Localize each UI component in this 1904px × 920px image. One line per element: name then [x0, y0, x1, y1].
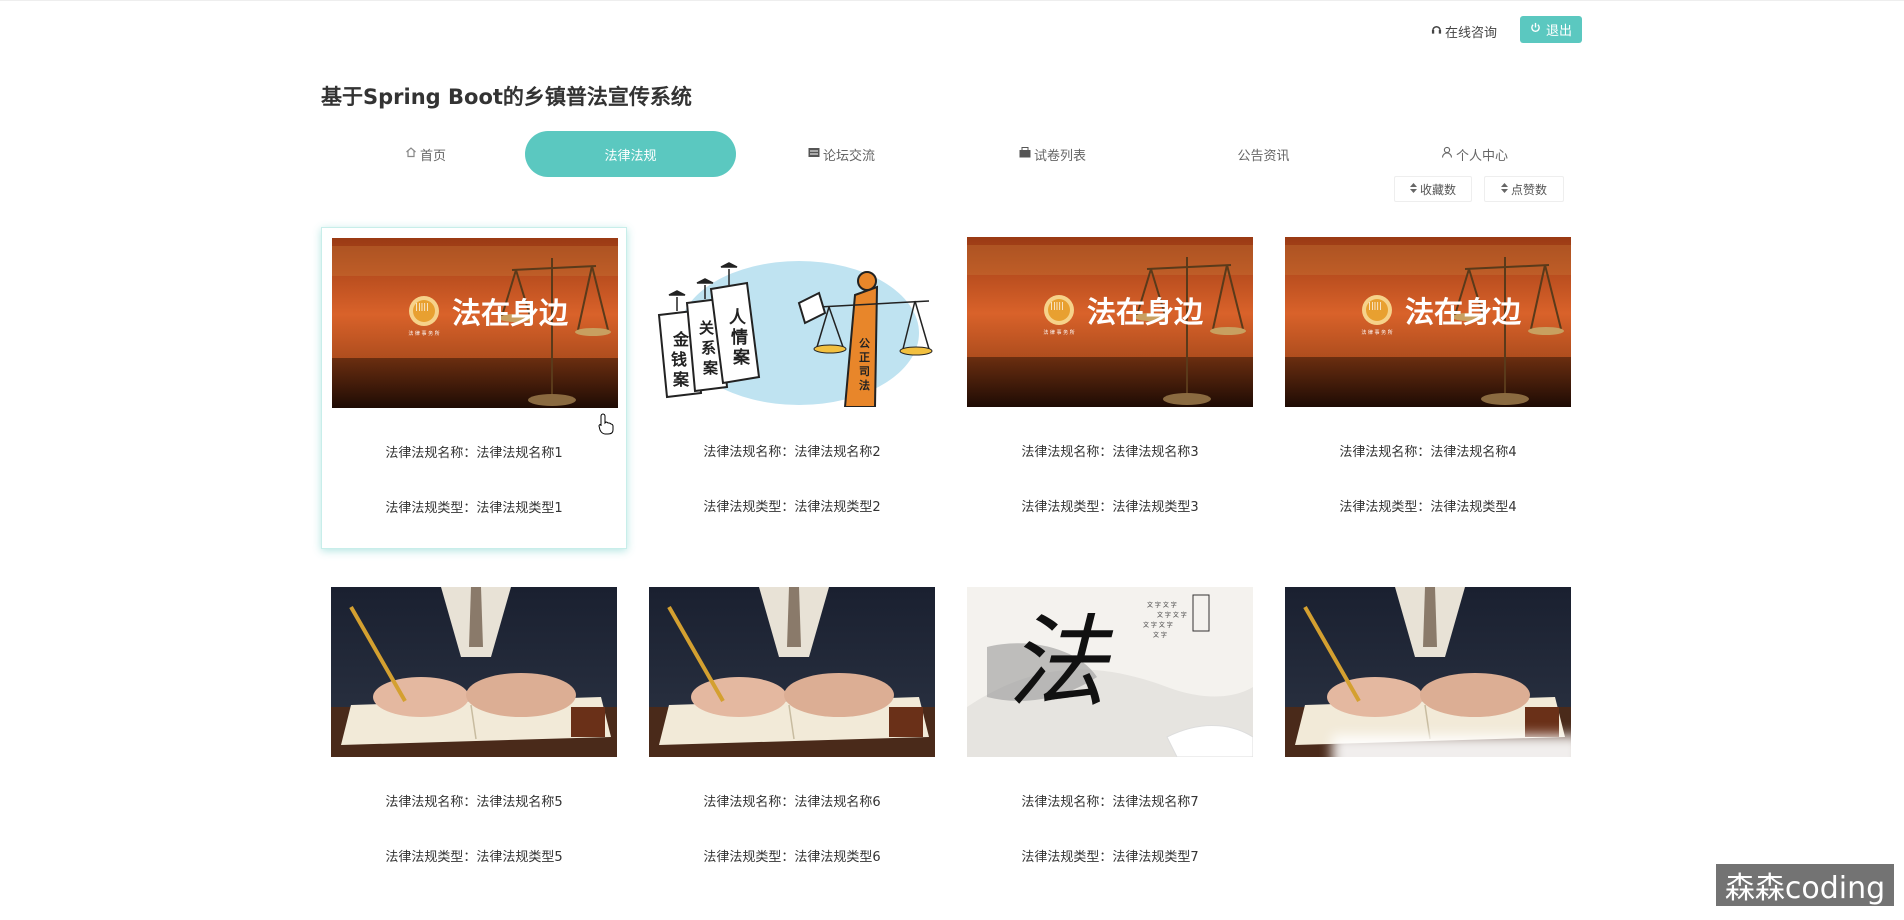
- svg-text:法 律 事 务 所: 法 律 事 务 所: [1043, 329, 1074, 336]
- sort-likes-label: 点赞数: [1510, 182, 1547, 197]
- svg-text:司: 司: [859, 365, 870, 378]
- headset-icon: [1431, 24, 1442, 39]
- svg-text:法: 法: [859, 378, 870, 392]
- law-card[interactable]: 法律法规名称：法律法规名称5 法律法规类型：法律法规类型5: [321, 577, 627, 899]
- svg-text:情: 情: [731, 327, 748, 348]
- nav-item-label: 公告资讯: [1237, 148, 1290, 164]
- nav-item-label: 法律法规: [604, 148, 657, 164]
- law-name: 法律法规名称：法律法规名称2: [703, 445, 881, 460]
- law-name: 法律法规名称：法律法规名称4: [1339, 445, 1517, 460]
- law-type: 法律法规类型：法律法规类型6: [703, 850, 881, 865]
- svg-text:案: 案: [732, 347, 751, 368]
- svg-text:文 字: 文 字: [1153, 631, 1167, 639]
- user-icon: [1441, 146, 1453, 162]
- law-card-image[interactable]: [1285, 587, 1571, 757]
- nav-item-profile[interactable]: 个人中心: [1369, 131, 1580, 177]
- law-card-image[interactable]: [649, 587, 935, 757]
- nav-item-notices[interactable]: 公告资讯: [1158, 131, 1369, 177]
- nav-item-label: 首页: [419, 148, 446, 164]
- law-type: 法律法规类型：法律法规类型1: [385, 501, 563, 516]
- svg-text:关: 关: [699, 319, 714, 337]
- logout-label: 退出: [1545, 24, 1572, 39]
- svg-text:公: 公: [859, 337, 870, 350]
- svg-text:钱: 钱: [671, 350, 687, 369]
- svg-text:|||||: |||||: [415, 302, 428, 311]
- law-type: 法律法规类型：法律法规类型2: [703, 500, 881, 515]
- logout-button[interactable]: 退出: [1520, 16, 1582, 43]
- nav-item-label: 个人中心: [1455, 148, 1508, 164]
- law-name: 法律法规名称：法律法规名称3: [1021, 445, 1199, 460]
- svg-text:人: 人: [729, 308, 747, 328]
- page-title: 基于Spring Boot的乡镇普法宣传系统: [321, 85, 692, 109]
- nav-item-forum[interactable]: 论坛交流: [736, 131, 947, 177]
- svg-text:金: 金: [672, 330, 690, 349]
- law-card-image[interactable]: ||||| 法 律 事 务 所 法在身边: [332, 238, 618, 408]
- forum-icon: [808, 147, 820, 162]
- law-card[interactable]: ||||| 法 律 事 务 所 法在身边 法律法规名称：法律法规名称3 法律法规类…: [957, 227, 1263, 549]
- main-nav: 首页 法律法规 论坛交流 试卷列表 公告资讯 个人中心: [320, 131, 1590, 177]
- law-type: 法律法规类型：法律法规类型4: [1339, 500, 1517, 515]
- law-card[interactable]: 法律法规名称：法律法规名称6 法律法规类型：法律法规类型6: [639, 577, 945, 899]
- online-consult-link[interactable]: 在线咨询: [1431, 22, 1497, 41]
- paper-icon: [1019, 146, 1031, 162]
- sort-favorites-button[interactable]: 收藏数: [1394, 176, 1472, 202]
- sort-likes-button[interactable]: 点赞数: [1484, 176, 1564, 202]
- law-card-image[interactable]: ||||| 法 律 事 务 所 法在身边: [1285, 237, 1571, 407]
- svg-text:|||||: |||||: [1050, 301, 1063, 310]
- law-card[interactable]: ||||| 法 律 事 务 所 法在身边 法律法规名称：法律法规名称1 法律法规类…: [321, 227, 627, 549]
- blurred-overlay: [1332, 735, 1582, 865]
- svg-text:法 律 事 务 所: 法 律 事 务 所: [1361, 329, 1392, 336]
- nav-item-home[interactable]: 首页: [320, 131, 531, 177]
- svg-text:案: 案: [702, 359, 719, 377]
- law-card-image[interactable]: 法 文 字 文 字文 字 文 字 文 字 文 字文 字: [967, 587, 1253, 757]
- law-name: 法律法规名称：法律法规名称1: [385, 446, 563, 461]
- banner-text: 法在身边: [1087, 295, 1204, 329]
- law-name: 法律法规名称：法律法规名称7: [1021, 795, 1199, 810]
- svg-text:文 字 文 字: 文 字 文 字: [1147, 601, 1177, 609]
- svg-text:文 字 文 字: 文 字 文 字: [1157, 611, 1187, 619]
- nav-item-exams[interactable]: 试卷列表: [947, 131, 1158, 177]
- law-name: 法律法规名称：法律法规名称5: [385, 795, 563, 810]
- law-card-image[interactable]: 金钱案 关系案 人情案 公 正 司 法: [649, 237, 935, 407]
- home-icon: [405, 146, 417, 162]
- watermark: 森森coding: [1716, 864, 1894, 906]
- svg-text:系: 系: [701, 339, 716, 357]
- law-type: 法律法规类型：法律法规类型7: [1021, 850, 1199, 865]
- banner-text: 法: [1007, 604, 1114, 721]
- sort-favorites-label: 收藏数: [1419, 182, 1456, 197]
- svg-text:案: 案: [672, 370, 690, 389]
- sort-icon: [1409, 182, 1417, 196]
- law-type: 法律法规类型：法律法规类型3: [1021, 500, 1199, 515]
- law-name: 法律法规名称：法律法规名称6: [703, 795, 881, 810]
- law-card-image[interactable]: [331, 587, 617, 757]
- svg-text:正: 正: [859, 351, 870, 364]
- nav-item-label: 论坛交流: [822, 148, 875, 164]
- law-card[interactable]: 金钱案 关系案 人情案 公 正 司 法 法律法规名称：法律法规名称2 法律法规类型…: [639, 227, 945, 549]
- online-consult-label: 在线咨询: [1445, 26, 1498, 41]
- sort-icon: [1500, 182, 1508, 196]
- svg-text:|||||: |||||: [1368, 301, 1381, 310]
- power-icon: [1530, 22, 1541, 37]
- law-type: 法律法规类型：法律法规类型5: [385, 850, 563, 865]
- law-card[interactable]: ||||| 法 律 事 务 所 法在身边 法律法规名称：法律法规名称4 法律法规类…: [1275, 227, 1581, 549]
- banner-text: 法在身边: [1405, 295, 1522, 329]
- banner-text: 法在身边: [452, 296, 569, 330]
- law-card[interactable]: 法 文 字 文 字文 字 文 字 文 字 文 字文 字 法律法规名称：法律法规名…: [957, 577, 1263, 899]
- top-divider: [0, 0, 1904, 1]
- law-card-image[interactable]: ||||| 法 律 事 务 所 法在身边: [967, 237, 1253, 407]
- nav-item-label: 试卷列表: [1033, 148, 1086, 164]
- nav-item-laws[interactable]: 法律法规: [525, 131, 736, 177]
- hand-cursor-icon: [598, 413, 614, 439]
- svg-text:文 字 文 字: 文 字 文 字: [1143, 621, 1173, 629]
- svg-text:法 律 事 务 所: 法 律 事 务 所: [408, 330, 439, 337]
